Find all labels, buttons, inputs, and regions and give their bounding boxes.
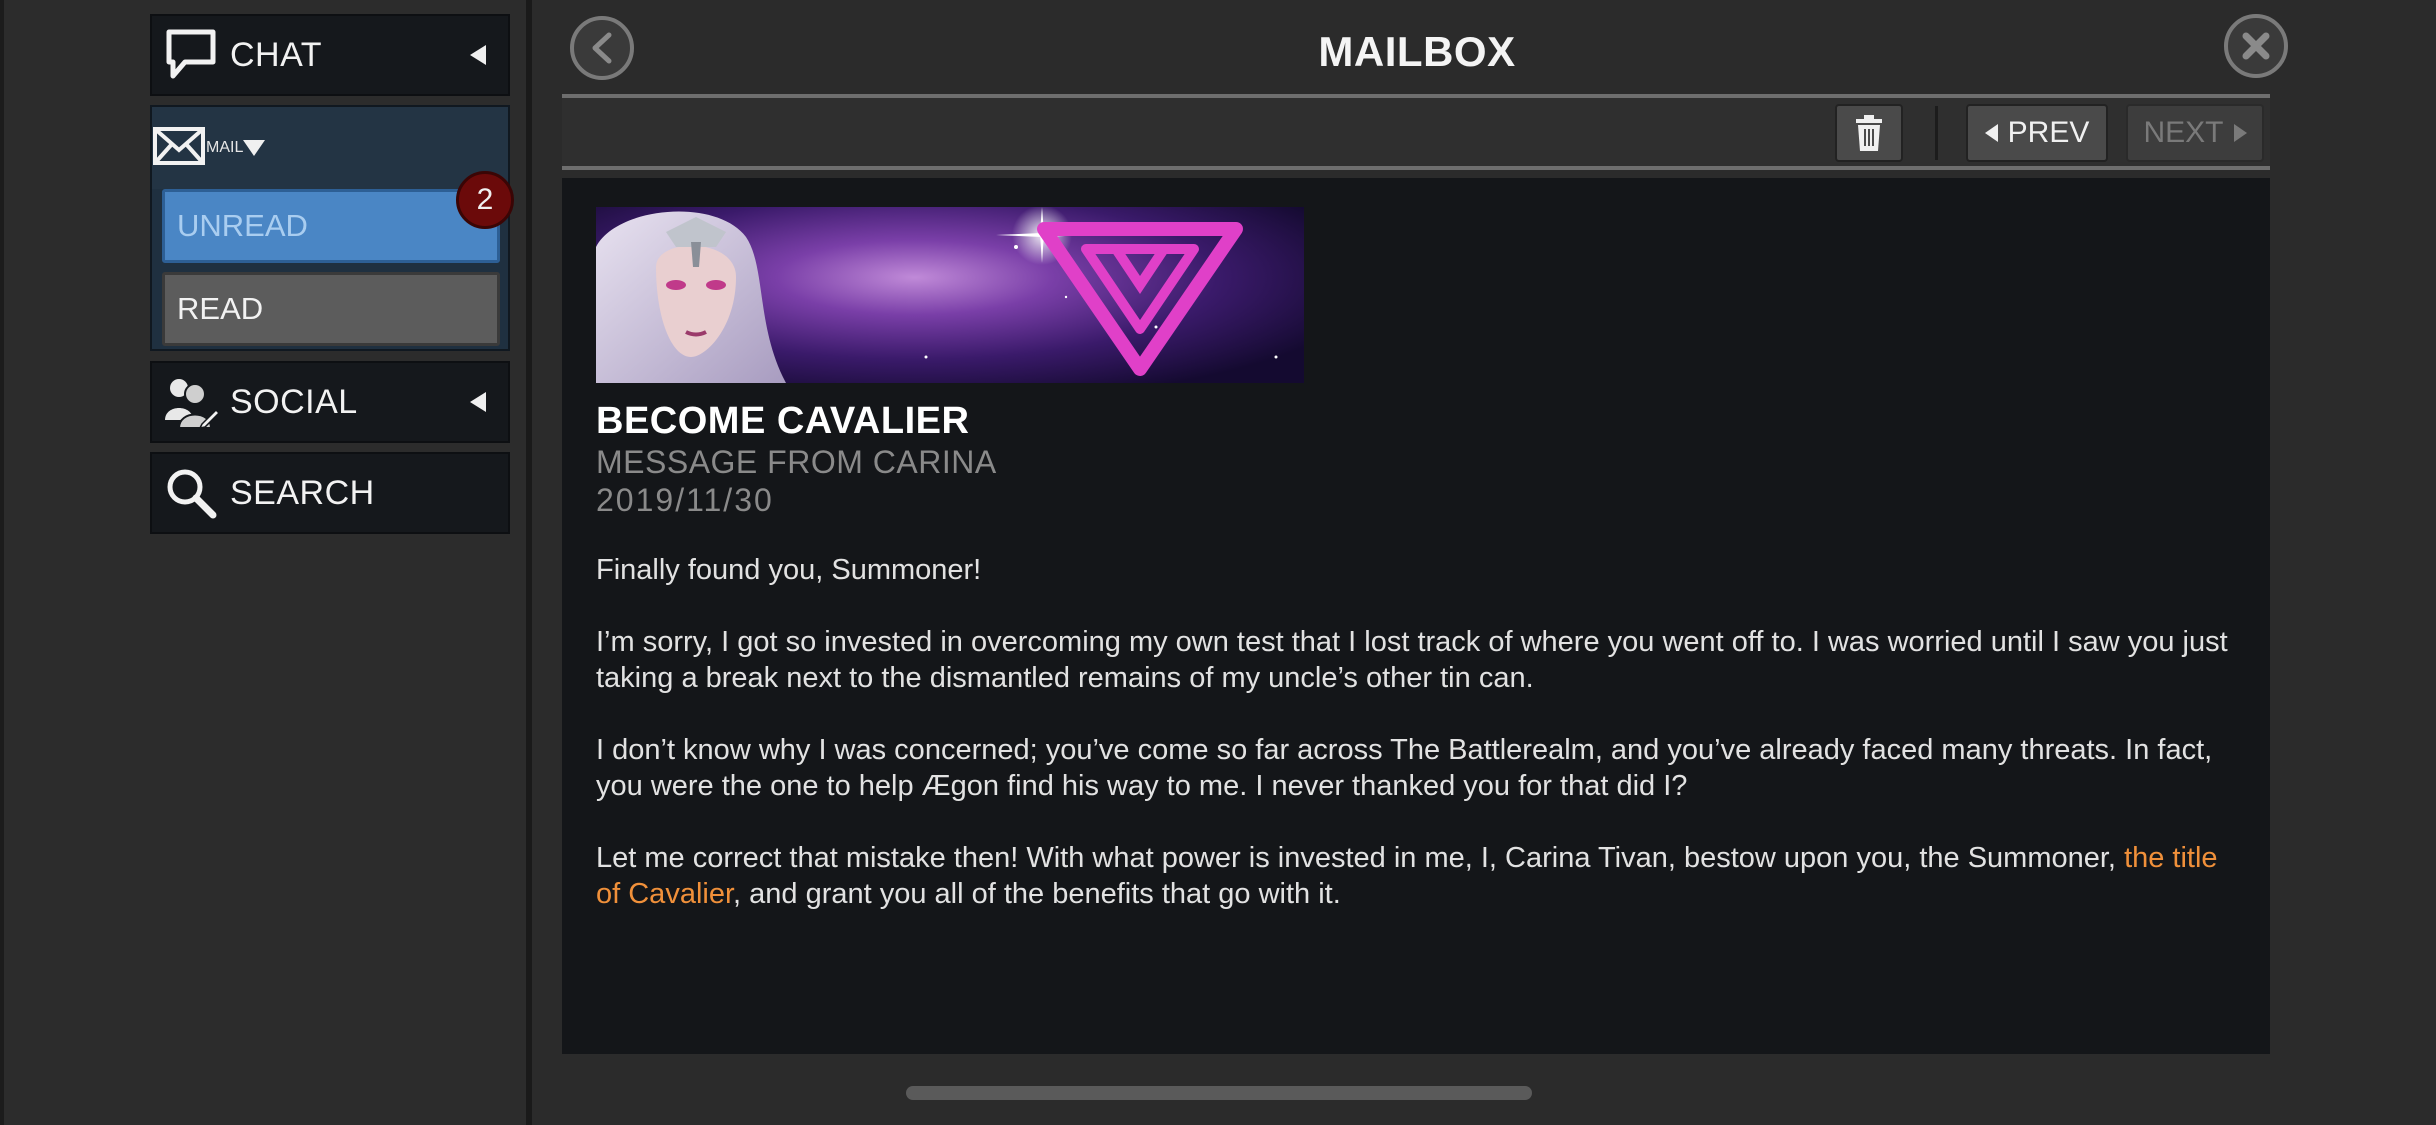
next-arrow-icon bbox=[2233, 124, 2247, 142]
message-paragraph: Let me correct that mistake then! With w… bbox=[596, 840, 2236, 912]
toolbar-divider bbox=[562, 166, 2270, 170]
people-icon bbox=[152, 361, 230, 443]
prev-label: PREV bbox=[2007, 116, 2090, 149]
nav-chat-label: CHAT bbox=[230, 35, 323, 74]
delete-button[interactable] bbox=[1835, 104, 1903, 162]
next-label: NEXT bbox=[2143, 116, 2224, 149]
prev-button[interactable]: PREV bbox=[1966, 104, 2108, 162]
message-paragraph: I don’t know why I was concerned; you’ve… bbox=[596, 734, 2213, 802]
message-text: , and grant you all of the benefits that… bbox=[733, 878, 1341, 910]
message-title: BECOME CAVALIER bbox=[596, 400, 970, 442]
read-button[interactable]: READ bbox=[162, 272, 500, 346]
message-paragraph: I’m sorry, I got so invested in overcomi… bbox=[596, 626, 2228, 694]
toolbar-separator bbox=[1935, 106, 1938, 160]
unread-count-badge: 2 bbox=[456, 171, 514, 229]
caret-left-icon bbox=[448, 45, 508, 65]
envelope-icon bbox=[152, 126, 206, 171]
message-banner-image bbox=[596, 207, 1304, 383]
read-label: READ bbox=[177, 291, 264, 326]
message-sender: MESSAGE FROM CARINA bbox=[596, 444, 997, 480]
unread-label: UNREAD bbox=[177, 208, 308, 243]
nav-search[interactable]: SEARCH bbox=[150, 452, 510, 534]
message-paragraph: Finally found you, Summoner! bbox=[596, 554, 982, 586]
nav-social-label: SOCIAL bbox=[230, 382, 358, 421]
trash-icon bbox=[1856, 115, 1882, 151]
app-root: CHAT MAIL UNREAD READ 2 SOCIAL SEARCH MA… bbox=[0, 0, 2436, 1125]
prev-arrow-icon bbox=[1984, 124, 1998, 142]
nav-social[interactable]: SOCIAL bbox=[150, 361, 510, 443]
message-date: 2019/11/30 bbox=[596, 482, 774, 518]
magnifier-icon bbox=[152, 452, 230, 534]
speech-bubble-icon bbox=[152, 14, 230, 96]
chevron-left-icon bbox=[592, 32, 612, 64]
horizontal-scrollbar[interactable] bbox=[906, 1086, 1532, 1100]
page-title: MAILBOX bbox=[1318, 28, 1516, 75]
nav-mail[interactable]: MAIL bbox=[152, 107, 508, 189]
nav-chat[interactable]: CHAT bbox=[150, 14, 510, 96]
sidebar-divider bbox=[526, 0, 532, 1125]
next-button[interactable]: NEXT bbox=[2126, 104, 2264, 162]
close-icon bbox=[2242, 32, 2270, 60]
close-button[interactable] bbox=[2224, 14, 2288, 78]
mail-group: MAIL UNREAD READ 2 bbox=[150, 105, 514, 351]
nav-search-label: SEARCH bbox=[230, 473, 375, 512]
nav-mail-label: MAIL bbox=[206, 139, 244, 156]
unread-button[interactable]: UNREAD bbox=[162, 189, 500, 263]
caret-down-icon bbox=[243, 140, 266, 156]
message-text: Let me correct that mistake then! With w… bbox=[596, 842, 2125, 874]
caret-left-icon bbox=[448, 392, 508, 412]
back-button[interactable] bbox=[570, 16, 634, 80]
